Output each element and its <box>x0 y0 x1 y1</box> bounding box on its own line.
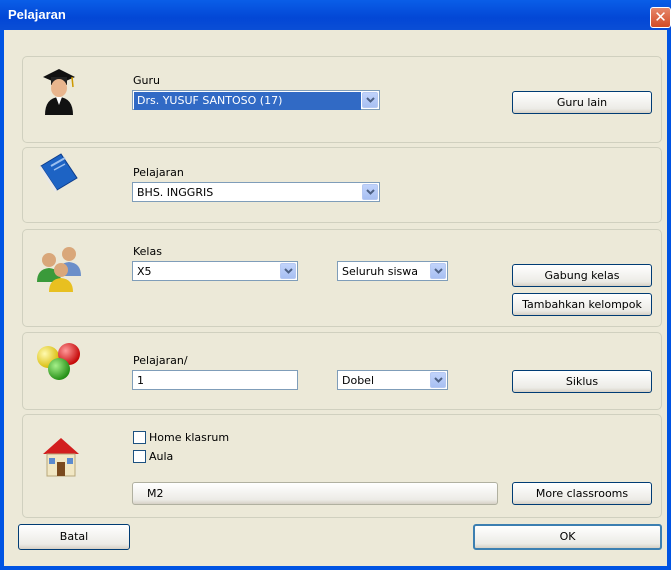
title-bar[interactable]: Pelajaran ✕ <box>0 0 671 30</box>
chevron-down-icon <box>434 377 443 383</box>
aula-checkbox[interactable] <box>133 450 146 463</box>
teacher-select-value: Drs. YUSUF SANTOSO (17) <box>134 92 361 110</box>
chevron-down-icon <box>434 268 443 274</box>
lessons-panel: Pelajaran/ 1 Dobel Siklus <box>22 332 662 410</box>
chevron-down-icon <box>366 97 375 103</box>
home-classroom-checkbox[interactable] <box>133 431 146 444</box>
teacher-label: Guru <box>133 74 160 87</box>
join-class-button[interactable]: Gabung kelas <box>512 264 652 287</box>
more-classrooms-button[interactable]: More classrooms <box>512 482 652 505</box>
class-label: Kelas <box>133 245 162 258</box>
students-group-icon <box>37 247 81 292</box>
book-icon <box>39 153 78 192</box>
close-icon: ✕ <box>654 8 667 26</box>
lessons-count-input[interactable]: 1 <box>132 370 298 390</box>
dialog-body: Guru Drs. YUSUF SANTOSO (17) Guru lain P… <box>4 30 667 566</box>
lesson-type-value: Dobel <box>342 374 375 387</box>
ok-button[interactable]: OK <box>473 524 662 550</box>
lessons-count-value: 1 <box>137 374 144 387</box>
lesson-type-dropdown-button[interactable] <box>430 372 446 388</box>
dialog-window: Pelajaran ✕ Guru Drs. YUSUF SANTOSO (17)… <box>0 0 671 570</box>
cancel-button[interactable]: Batal <box>18 524 130 550</box>
subject-panel: Pelajaran BHS. INGGRIS <box>22 147 662 223</box>
aula-label: Aula <box>149 450 174 463</box>
chevron-down-icon <box>366 189 375 195</box>
teacher-panel: Guru Drs. YUSUF SANTOSO (17) Guru lain <box>22 56 662 143</box>
class-dropdown-button[interactable] <box>280 263 296 279</box>
lesson-type-select[interactable]: Dobel <box>337 370 448 390</box>
subject-select[interactable]: BHS. INGGRIS <box>132 182 380 202</box>
class-panel: Kelas X5 Seluruh siswa Gabung kelas Tamb… <box>22 229 662 327</box>
classroom-field[interactable]: M2 <box>132 482 498 505</box>
group-select[interactable]: Seluruh siswa <box>337 261 448 281</box>
teacher-dropdown-button[interactable] <box>362 92 378 108</box>
chevron-down-icon <box>284 268 293 274</box>
cycle-button[interactable]: Siklus <box>512 370 652 393</box>
subject-select-value: BHS. INGGRIS <box>137 186 214 199</box>
window-title: Pelajaran <box>8 7 66 22</box>
group-select-value: Seluruh siswa <box>342 265 418 278</box>
class-select-value: X5 <box>137 265 152 278</box>
other-teacher-button[interactable]: Guru lain <box>512 91 652 114</box>
close-button[interactable]: ✕ <box>650 7 671 28</box>
subject-label: Pelajaran <box>133 166 184 179</box>
teacher-graduate-icon <box>43 69 75 115</box>
add-group-button[interactable]: Tambahkan kelompok <box>512 293 652 316</box>
room-panel: Home klasrum Aula M2 More classrooms <box>22 414 662 518</box>
home-classroom-label: Home klasrum <box>149 431 230 444</box>
class-select[interactable]: X5 <box>132 261 298 281</box>
lessons-per-week-label: Pelajaran/ <box>133 354 188 367</box>
colored-balls-icon <box>37 343 80 380</box>
subject-dropdown-button[interactable] <box>362 184 378 200</box>
house-icon <box>43 438 79 477</box>
group-dropdown-button[interactable] <box>430 263 446 279</box>
teacher-select[interactable]: Drs. YUSUF SANTOSO (17) <box>132 90 380 110</box>
